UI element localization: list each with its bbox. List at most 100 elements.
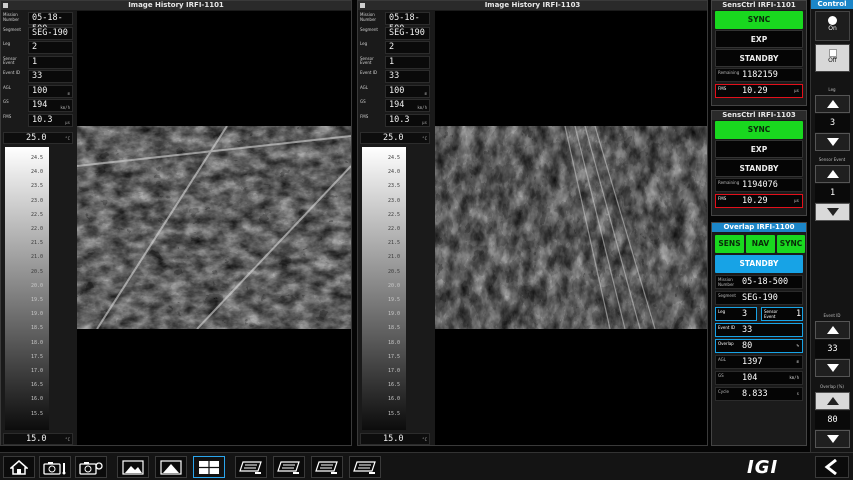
cycle-value: 8.833 xyxy=(742,389,768,399)
panel-corner-icon xyxy=(3,3,8,8)
info-value: SEG-190 xyxy=(385,26,430,40)
thermal-image-view[interactable] xyxy=(435,11,707,445)
sync-button[interactable]: SYNC xyxy=(777,235,805,253)
fms-unit: µs xyxy=(794,88,799,93)
gs-label: GS xyxy=(718,373,724,378)
info-unit: µs xyxy=(422,119,427,125)
scale-min[interactable]: 15.0 °C xyxy=(360,433,430,445)
standby-button[interactable]: STANDBY xyxy=(715,49,803,67)
off-square-icon xyxy=(828,49,837,57)
on-button[interactable]: On xyxy=(815,11,850,41)
info-value: 33 xyxy=(28,70,73,83)
info-label: Segment xyxy=(3,26,21,32)
info-label: FMS xyxy=(360,113,369,119)
exp-button[interactable]: EXP xyxy=(715,30,803,48)
overlap-row: Overlap 80% xyxy=(715,339,803,353)
scale-tick-label: 16.5 xyxy=(388,382,401,389)
scale-tick-label: 21.0 xyxy=(31,254,44,261)
nav-button[interactable]: NAV xyxy=(746,235,775,253)
scale-tick-label: 16.5 xyxy=(31,382,44,389)
info-value-text: 100 xyxy=(389,85,405,96)
scale-tick-label: 19.5 xyxy=(31,297,44,303)
sensor-4-button[interactable] xyxy=(349,456,381,478)
standby-button[interactable]: STANDBY xyxy=(715,255,803,273)
camera-settings-icon xyxy=(79,462,103,475)
home-button[interactable] xyxy=(3,456,35,478)
info-label: Mission Number xyxy=(3,12,20,22)
overlap-stepper-label: Overlap (%) xyxy=(820,384,844,389)
off-button[interactable]: Off xyxy=(815,44,850,72)
scale-max[interactable]: 25.0 °C xyxy=(360,132,430,144)
fms-value: 10.29 xyxy=(742,86,768,96)
leg-up-button[interactable] xyxy=(815,95,850,113)
scale-unit: °C xyxy=(65,136,70,141)
leg-row: Leg 3 xyxy=(715,307,757,321)
image-mountain-button[interactable] xyxy=(155,456,187,478)
camera-thermo-button[interactable] xyxy=(39,456,71,478)
remaining-value: 1194076 xyxy=(742,180,778,190)
info-row-segment: Segment SEG-190 xyxy=(360,26,430,40)
info-row-fms: FMS 10.3 µs xyxy=(3,113,73,127)
chevron-left-icon xyxy=(824,459,837,475)
scale-max[interactable]: 25.0 °C xyxy=(3,132,73,144)
scale-tick-label: 17.5 xyxy=(388,353,401,360)
control-column: Control On Off Leg 3 Sensor Event 1 Even… xyxy=(810,0,853,452)
exp-button[interactable]: EXP xyxy=(715,140,803,158)
grid-layout-button[interactable] xyxy=(193,456,225,478)
scale-min[interactable]: 15.0 °C xyxy=(3,433,73,445)
image-button[interactable] xyxy=(117,456,149,478)
info-label: FMS xyxy=(3,113,12,119)
scale-tick-label: 15.5 xyxy=(388,410,401,417)
gs-unit: km/h xyxy=(789,375,799,380)
control-title: Control xyxy=(811,0,853,9)
info-row-agl: AGL 100 m xyxy=(3,84,73,98)
cycle-unit: s xyxy=(796,391,799,396)
home-icon xyxy=(10,460,28,475)
event-id-up-button[interactable] xyxy=(815,321,850,339)
scale-tick-label: 20.5 xyxy=(31,268,44,275)
back-button[interactable] xyxy=(815,456,849,478)
info-label: Event ID xyxy=(3,70,20,75)
info-value-text: 10.3 xyxy=(389,114,410,125)
info-row-sensor-event: Sensor Event 1 xyxy=(3,55,73,69)
thermal-image-view[interactable] xyxy=(77,11,351,445)
sensor-1-button[interactable] xyxy=(235,456,267,478)
scale-tick-label: 23.5 xyxy=(388,183,401,190)
info-label: AGL xyxy=(360,84,368,90)
sync-button[interactable]: SYNC xyxy=(715,11,803,29)
scale-tick-label: 24.0 xyxy=(31,169,44,176)
camera-settings-button[interactable] xyxy=(75,456,107,478)
panel-title: SensCtrl IRFI-1101 xyxy=(712,1,806,10)
sens-button[interactable]: SENS xyxy=(715,235,744,253)
standby-button[interactable]: STANDBY xyxy=(715,159,803,177)
panel-title-text: Image History IRFI-1103 xyxy=(484,1,581,9)
overlap-up-button[interactable] xyxy=(815,392,850,410)
sensor-event-label: Sensor Event xyxy=(764,309,778,319)
sensor-3-button[interactable] xyxy=(311,456,343,478)
info-row-sensor-event: Sensor Event 1 xyxy=(360,55,430,69)
sensor-2-button[interactable] xyxy=(273,456,305,478)
leg-label: Leg xyxy=(718,309,726,314)
scale-min-value: 15.0 xyxy=(383,434,404,444)
overlap-value: 80 xyxy=(742,341,753,351)
sensor-event-down-button[interactable] xyxy=(815,203,850,221)
info-value: 10.3 µs xyxy=(28,113,73,127)
leg-stepper-label: Leg xyxy=(828,87,836,92)
info-row-leg: Leg 2 xyxy=(3,41,73,54)
image-mountain-icon xyxy=(160,460,182,475)
sensor-event-up-button[interactable] xyxy=(815,165,850,183)
scale-tick-label: 15.5 xyxy=(31,410,44,417)
agl-label: AGL xyxy=(718,357,726,362)
overlap-down-button[interactable] xyxy=(815,430,850,448)
event-id-down-button[interactable] xyxy=(815,359,850,377)
overlap-label: Overlap xyxy=(718,341,734,346)
info-row-event-id: Event ID 33 xyxy=(3,70,73,83)
sync-button[interactable]: SYNC xyxy=(715,121,803,139)
temperature-scale: 25.0 °C 24.5 24.0 23.5 23.0 22.5 22.0 21.5 21.0 2… xyxy=(360,132,430,445)
remaining-row: Remaining 1194076 xyxy=(715,178,803,192)
scale-tick-label: 23.0 xyxy=(31,197,44,204)
leg-down-button[interactable] xyxy=(815,133,850,151)
panel-title: Overlap IRFI-1100 xyxy=(712,223,806,232)
thermal-aerial-image xyxy=(435,126,707,329)
info-label: Event ID xyxy=(360,70,377,75)
